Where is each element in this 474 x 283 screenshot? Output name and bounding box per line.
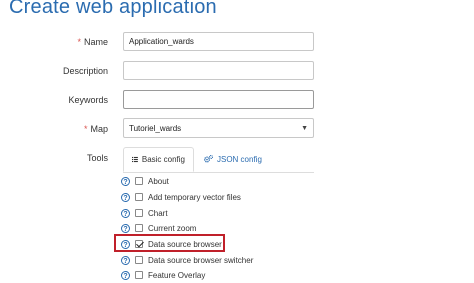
gears-icon [204, 155, 213, 163]
help-icon[interactable]: ? [121, 223, 130, 233]
name-label-text: Name [83, 37, 108, 47]
help-icon[interactable]: ? [121, 255, 130, 265]
feature-overlay-checkbox[interactable] [135, 271, 143, 279]
keywords-label: Keywords [68, 95, 108, 105]
required-marker: * [83, 124, 88, 134]
tools-tabs: Basic config JSON config [123, 147, 314, 173]
help-icon[interactable]: ? [121, 176, 130, 186]
description-label: Description [62, 66, 108, 76]
map-select[interactable]: Tutoriel_wards ▼ [123, 118, 314, 138]
tab-json-config-label: JSON config [217, 154, 262, 164]
chart-checkbox[interactable] [135, 209, 143, 217]
tool-option-feature-overlay: ? Feature Overlay [121, 269, 205, 281]
name-label: * Name [77, 37, 108, 47]
tool-option-label: Feature Overlay [148, 270, 206, 280]
map-label: * Map [84, 124, 108, 134]
tab-basic-config[interactable]: Basic config [123, 147, 194, 172]
data-source-browser-switcher-checkbox[interactable] [135, 256, 143, 264]
caret-down-icon: ▼ [301, 124, 308, 132]
current-zoom-checkbox[interactable] [135, 224, 143, 232]
tool-option-label: Add temporary vector files [148, 192, 241, 202]
help-icon[interactable]: ? [121, 192, 130, 202]
tab-basic-config-label: Basic config [141, 155, 185, 164]
tool-option-label: Current zoom [148, 223, 197, 233]
about-checkbox[interactable] [135, 177, 143, 185]
help-icon[interactable]: ? [121, 208, 130, 218]
highlight-box [114, 234, 225, 252]
tool-option-about: ? About [121, 175, 169, 187]
page-title: Create web application [9, 0, 217, 18]
tool-option-label: About [148, 176, 169, 186]
name-field[interactable]: Application_wards [123, 32, 314, 51]
tool-option-label: Data source browser switcher [148, 255, 254, 265]
tool-option-chart: ? Chart [121, 207, 168, 219]
description-field[interactable] [123, 61, 314, 80]
add-temporary-vector-files-checkbox[interactable] [135, 193, 143, 201]
tab-json-config[interactable]: JSON config [196, 147, 270, 171]
tool-option-add-temporary-vector-files: ? Add temporary vector files [121, 191, 241, 203]
list-icon [132, 156, 138, 163]
required-marker: * [77, 37, 81, 47]
map-select-value: Tutoriel_wards [129, 123, 182, 133]
help-icon[interactable]: ? [121, 270, 130, 280]
tool-option-label: Chart [148, 208, 168, 218]
keywords-field[interactable] [123, 90, 314, 109]
name-field-value: Application_wards [129, 37, 194, 46]
tool-option-current-zoom: ? Current zoom [121, 222, 196, 234]
tool-option-data-source-browser-switcher: ? Data source browser switcher [121, 254, 253, 266]
tools-label: Tools [86, 153, 108, 163]
map-label-text: Map [90, 124, 108, 134]
